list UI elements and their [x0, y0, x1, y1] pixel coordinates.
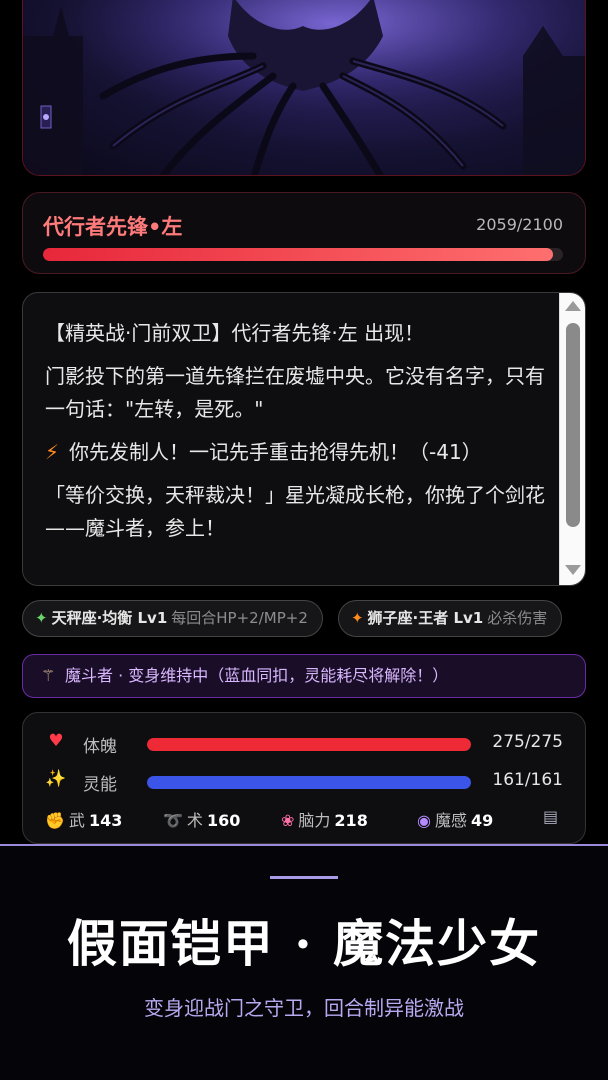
magic-wand-icon: ⚚ [41, 666, 56, 685]
promo-divider [270, 876, 338, 879]
attr-intellect: ❀ 脑力 218 [281, 807, 368, 831]
skill-name: 狮子座·王者 Lv1 [367, 609, 484, 627]
enemy-card: 代行者先锋•左 2059/2100 [22, 192, 586, 274]
lightning-icon: ⚡ [45, 440, 60, 464]
battle-log-content: 【精英战·门前双卫】代行者先锋·左 出现！ 门影投下的第一道先锋拦在废墟中央。它… [45, 317, 547, 555]
scrollbar-thumb[interactable] [566, 323, 580, 527]
attr-value: 49 [470, 811, 494, 830]
battle-log[interactable]: 【精英战·门前双卫】代行者先锋·左 出现！ 门影投下的第一道先锋拦在废墟中央。它… [22, 292, 586, 586]
player-stats-panel: ♥ 体魄 275/275 ✨ 灵能 161/161 ✊ 武 143 ➰ 术 160 ❀ 脑… [22, 712, 586, 844]
enemy-hp-text: 2059/2100 [476, 215, 563, 234]
log-line: 门影投下的第一道先锋拦在废墟中央。它没有名字，只有一句话："左转，是死。" [45, 364, 545, 421]
enemy-name: 代行者先锋•左 [43, 215, 183, 239]
sparkle-orange-icon: ✦ [350, 609, 364, 627]
attr-magic: ➰ 术 160 [163, 807, 240, 831]
crystal-ball-icon: ◉ [417, 811, 431, 830]
attr-label: 术 [186, 811, 203, 830]
attr-strength: ✊ 武 143 [45, 807, 122, 831]
attr-label: 脑力 [298, 811, 331, 830]
heart-icon: ♥ [48, 731, 64, 751]
promo-subtitle: 变身迎战门之守卫，回合制异能激战 [144, 996, 464, 1020]
hp-bar [147, 738, 471, 751]
skill-name: 天秤座·均衡 Lv1 [51, 609, 168, 627]
skill-chip-leo[interactable]: ✦ 狮子座·王者 Lv1 必杀伤害 [337, 600, 563, 637]
log-line-text: 你先发制人！一记先手重击抢得先机！（-41） [69, 440, 482, 464]
hp-label: 体魄 [83, 737, 117, 757]
enemy-hp-bar-fill [43, 248, 553, 261]
hp-bar-fill [147, 738, 471, 751]
enemy-artwork [22, 0, 586, 176]
hp-value: 275/275 [492, 732, 563, 752]
sparkles-icon: ✨ [45, 769, 67, 789]
mp-bar [147, 776, 471, 789]
promo-banner: 假面铠甲 · 魔法少女 变身迎战门之守卫，回合制异能激战 [0, 844, 608, 1080]
log-scrollbar[interactable] [559, 293, 585, 585]
transform-status-text: 魔斗者 · 变身维持中（蓝血同扣，灵能耗尽将解除！） [65, 666, 449, 685]
skill-chip-libra[interactable]: ✦ 天秤座·均衡 Lv1 每回合HP+2/MP+2 [22, 600, 323, 637]
attr-label: 武 [68, 811, 85, 830]
sparkle-green-icon: ✦ [35, 609, 48, 627]
skill-desc: 每回合HP+2/MP+2 [171, 609, 308, 627]
enemy-hp-bar [43, 248, 563, 261]
log-line: 【精英战·门前双卫】代行者先锋·左 出现！ [45, 321, 425, 345]
mp-row: ✨ 灵能 161/161 [45, 769, 563, 795]
skill-chips: ✦ 天秤座·均衡 Lv1 每回合HP+2/MP+2 ✦ 狮子座·王者 Lv1 必杀伤害 [22, 600, 608, 638]
brain-icon: ❀ [281, 811, 295, 830]
book-icon[interactable]: ▤ [543, 807, 558, 826]
transform-status-banner: ⚚ 魔斗者 · 变身维持中（蓝血同扣，灵能耗尽将解除！） [22, 654, 586, 698]
attr-value: 143 [88, 811, 123, 830]
spiral-icon: ➰ [163, 811, 183, 830]
skill-desc: 必杀伤害 [487, 609, 548, 627]
attr-label: 魔感 [434, 811, 467, 830]
log-line: 「等价交换，天秤裁决！」星光凝成长枪，你挽了个剑花——魔斗者，参上！ [45, 483, 545, 540]
fist-icon: ✊ [45, 811, 65, 830]
attr-magic-sense: ◉ 魔感 49 [417, 807, 493, 831]
log-line: ⚡ 你先发制人！一记先手重击抢得先机！（-41） [45, 436, 547, 469]
attribute-row: ✊ 武 143 ➰ 术 160 ❀ 脑力 218 ◉ 魔感 49 ▤ [45, 807, 563, 831]
mp-label: 灵能 [83, 775, 117, 795]
hp-row: ♥ 体魄 275/275 [45, 731, 563, 757]
mp-value: 161/161 [492, 770, 563, 790]
attr-value: 218 [334, 811, 368, 830]
attr-value: 160 [206, 811, 241, 830]
scroll-down-arrow-icon[interactable] [565, 565, 581, 575]
scroll-up-arrow-icon[interactable] [565, 301, 581, 311]
promo-title: 假面铠甲 · 魔法少女 [66, 914, 542, 973]
mp-bar-fill [147, 776, 471, 789]
